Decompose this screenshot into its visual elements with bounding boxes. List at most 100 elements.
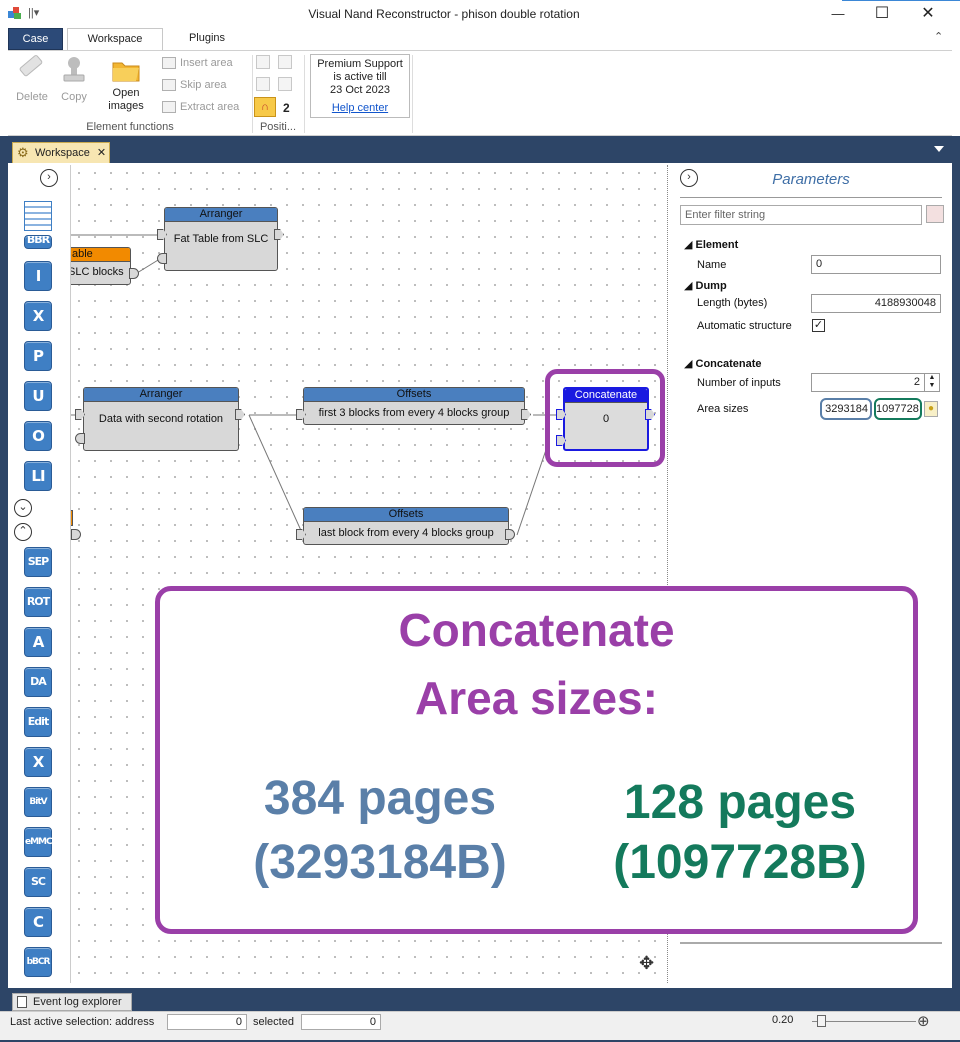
tool-button-sc[interactable]: SC <box>24 867 52 897</box>
node-body: Data with second rotation <box>98 413 224 425</box>
tool-button-bbcr[interactable]: bBCR <box>24 947 52 977</box>
length-field[interactable]: 4188930048 <box>811 294 941 313</box>
event-log-label: Event log explorer <box>33 996 122 1008</box>
area-size-1-field[interactable]: 3293184 <box>820 398 872 420</box>
name-field[interactable]: 0 <box>811 255 941 274</box>
magnet-icon[interactable]: ∩ <box>254 97 276 117</box>
workspace-tab-label: Workspace <box>35 147 90 159</box>
area-size-2-field[interactable]: 1097728 <box>874 398 922 420</box>
tool-button-bitv[interactable]: BitV <box>24 787 52 817</box>
extract-area-button[interactable]: Extract area <box>162 98 239 116</box>
skip-area-icon <box>162 79 176 92</box>
tab-workspace[interactable]: Workspace <box>67 28 163 51</box>
toolbox-scroll-down-icon[interactable]: ⌄ <box>14 499 32 517</box>
copy-button[interactable]: Copy <box>54 55 94 103</box>
tool-button-li[interactable]: LI <box>24 461 52 491</box>
area-sizes-label: Area sizes <box>697 403 749 415</box>
inputs-spinner[interactable]: ▲ ▼ <box>924 373 940 392</box>
last-selection-label: Last active selection: address <box>10 1016 155 1028</box>
node-arranger-second-rotation[interactable]: Arranger Data with second rotation <box>83 387 239 451</box>
section-concatenate-title: Concatenate <box>695 358 762 370</box>
tool-button-i[interactable]: I <box>24 261 52 291</box>
minimize-button[interactable]: — <box>816 2 860 28</box>
node-header: able <box>71 248 130 262</box>
filter-input[interactable]: Enter filter string <box>680 205 922 225</box>
help-center-link[interactable]: Help center <box>311 102 409 115</box>
close-tab-icon[interactable]: ✕ <box>97 147 106 159</box>
number-of-inputs-field[interactable]: 2 <box>811 373 925 392</box>
skip-area-label: Skip area <box>180 79 227 91</box>
tool-button-a[interactable]: A <box>24 627 52 657</box>
tab-case[interactable]: Case <box>8 28 63 50</box>
insert-area-button[interactable]: Insert area <box>162 54 233 72</box>
tool-button-c[interactable]: C <box>24 907 52 937</box>
selected-label: selected <box>253 1016 294 1028</box>
align-right-icon[interactable] <box>278 55 292 69</box>
tool-button-da[interactable]: DA <box>24 667 52 697</box>
overlay-title-line1: Concatenate <box>398 604 675 656</box>
length-label: Length (bytes) <box>697 297 768 309</box>
tool-button-bbr[interactable]: BBR <box>24 235 52 249</box>
align-top-icon[interactable] <box>256 77 270 91</box>
close-button[interactable]: ✕ <box>906 2 950 28</box>
overlay-title-line2: Area sizes: <box>415 672 658 724</box>
tool-button-edit[interactable]: Edit <box>24 707 52 737</box>
section-element-header[interactable]: ◢ Element <box>684 238 738 251</box>
tool-button-sep[interactable]: SEP <box>24 547 52 577</box>
automatic-structure-checkbox[interactable]: ✓ <box>812 319 825 332</box>
zoom-slider-track <box>812 1021 916 1022</box>
overlay-right-bytes: (1097728B) <box>613 836 867 889</box>
input-port[interactable] <box>157 253 167 264</box>
toolbox-expand-icon[interactable]: › <box>40 169 58 187</box>
toolbox-list-icon[interactable] <box>24 201 52 231</box>
toolbox-scroll-up-icon[interactable]: ⌃ <box>14 523 32 541</box>
node-offsets-last-block[interactable]: Offsets last block from every 4 blocks g… <box>303 507 509 545</box>
tool-button-x2[interactable]: X <box>24 747 52 777</box>
node-header: Concatenate <box>565 389 647 403</box>
node-concatenate[interactable]: Concatenate 0 <box>563 387 649 451</box>
section-dump-header[interactable]: ◢ Dump <box>684 279 727 292</box>
section-dump-title: Dump <box>695 280 727 292</box>
delete-button[interactable]: Delete <box>12 55 52 103</box>
ribbon-collapse-button[interactable]: ⌃ <box>934 30 943 43</box>
ribbon-separator-2 <box>304 55 305 133</box>
section-element-title: Element <box>695 239 739 251</box>
tool-button-rot[interactable]: ROT <box>24 587 52 617</box>
tool-button-emmc[interactable]: eMMC <box>24 827 53 857</box>
zoom-in-icon[interactable]: ⊕ <box>917 1012 930 1030</box>
tool-button-u[interactable]: U <box>24 381 52 411</box>
eraser-icon <box>17 55 47 85</box>
node-offsets-first-3-blocks[interactable]: Offsets first 3 blocks from every 4 bloc… <box>303 387 525 425</box>
tab-menu-icon[interactable] <box>934 146 944 152</box>
align-bottom-icon[interactable] <box>278 77 292 91</box>
tab-workspace-document[interactable]: ⚙ Workspace ✕ <box>12 142 110 164</box>
element-functions-group-label: Element functions <box>86 121 174 133</box>
number-of-inputs-label: Number of inputs <box>697 377 781 389</box>
node-body: Fat Table from SLC <box>173 233 269 245</box>
open-images-button[interactable]: Open images <box>102 55 150 113</box>
node-arranger-fat-table[interactable]: Arranger Fat Table from SLC <box>164 207 278 271</box>
premium-line3: 23 Oct 2023 <box>330 84 390 96</box>
node-body: first 3 blocks from every 4 blocks group <box>318 407 510 419</box>
window-title: Visual Nand Reconstructor - phison doubl… <box>308 7 580 21</box>
premium-line2: is active till <box>333 71 387 83</box>
align-left-icon[interactable] <box>256 55 270 69</box>
zoom-slider-thumb[interactable] <box>817 1015 826 1027</box>
event-log-explorer-tab[interactable]: Event log explorer <box>12 993 132 1011</box>
input-port[interactable] <box>75 433 85 444</box>
lightbulb-icon[interactable]: ● <box>924 401 938 417</box>
node-fat-table-partial[interactable]: able SLC blocks <box>71 247 131 285</box>
panel-bottom-divider <box>680 942 942 944</box>
clear-filter-icon[interactable] <box>926 205 944 223</box>
annotation-overlay: Concatenate Area sizes: 384 pages (32931… <box>155 586 918 934</box>
tool-button-o[interactable]: O <box>24 421 52 451</box>
tool-button-p[interactable]: P <box>24 341 52 371</box>
tab-plugins[interactable]: Plugins <box>172 28 242 50</box>
skip-area-button[interactable]: Skip area <box>162 76 226 94</box>
overlay-right-pages: 128 pages <box>623 776 857 829</box>
section-concatenate-header[interactable]: ◢ Concatenate <box>684 357 762 370</box>
maximize-button[interactable]: ☐ <box>860 2 904 28</box>
node-body: last block from every 4 blocks group <box>318 527 494 539</box>
node-header: Offsets <box>304 388 524 402</box>
tool-button-x[interactable]: X <box>24 301 52 331</box>
